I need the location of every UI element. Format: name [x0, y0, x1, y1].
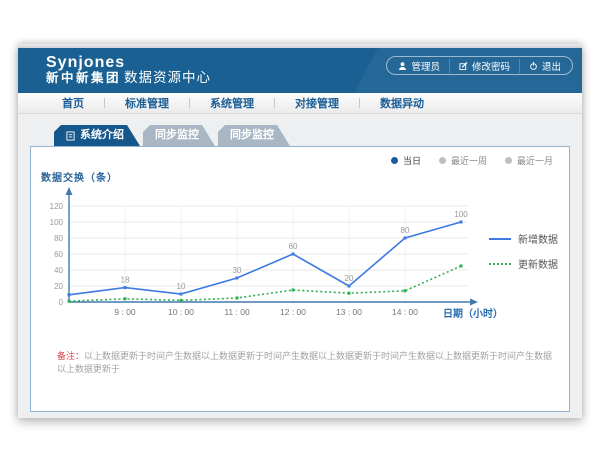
dotted-line-icon [489, 263, 511, 265]
svg-text:80: 80 [401, 226, 410, 235]
radio-last-week-label: 最近一周 [451, 154, 487, 167]
legend-item-update-data: 更新数据 [489, 256, 558, 271]
screen: Synjones 新中新集团 数据资源中心 管理员 修改密码 [0, 0, 600, 450]
y-axis-title: 数据交换（条） [41, 169, 118, 184]
tab-bar: 系统介绍 同步监控 同步监控 [54, 125, 293, 146]
svg-text:20: 20 [345, 274, 354, 283]
svg-text:60: 60 [289, 242, 298, 251]
svg-text:13 : 00: 13 : 00 [336, 307, 362, 317]
edit-icon [459, 61, 468, 71]
tab-sync-monitor-2[interactable]: 同步监控 [218, 125, 290, 146]
svg-text:12 : 00: 12 : 00 [280, 307, 306, 317]
svg-text:10 : 00: 10 : 00 [168, 307, 194, 317]
chart-legend: 新增数据 更新数据 [489, 231, 558, 281]
svg-text:18: 18 [121, 276, 130, 285]
brand-logo-primary: Synjones [46, 54, 125, 72]
svg-text:120: 120 [50, 202, 64, 211]
svg-text:0: 0 [59, 298, 64, 307]
svg-text:11 : 00: 11 : 00 [224, 307, 250, 317]
svg-text:30: 30 [233, 266, 242, 275]
radio-last-month-label: 最近一月 [517, 154, 553, 167]
document-icon [66, 131, 75, 141]
svg-text:10: 10 [177, 282, 186, 291]
radio-last-month[interactable]: 最近一月 [505, 154, 553, 167]
legend-new-data-label: 新增数据 [518, 231, 558, 246]
radio-last-week[interactable]: 最近一周 [439, 154, 487, 167]
app-window: Synjones 新中新集团 数据资源中心 管理员 修改密码 [18, 44, 582, 418]
svg-text:40: 40 [54, 266, 63, 275]
user-menu-admin[interactable]: 管理员 [389, 59, 449, 73]
radio-today[interactable]: 当日 [391, 154, 421, 167]
svg-text:9 : 00: 9 : 00 [114, 307, 136, 317]
svg-text:14 : 00: 14 : 00 [392, 307, 418, 317]
radio-dot-icon [505, 157, 512, 164]
brand-logo-secondary: 新中新集团 [46, 72, 125, 86]
user-menu: 管理员 修改密码 退出 [386, 56, 573, 75]
svg-text:60: 60 [54, 250, 63, 259]
time-range-selector: 当日 最近一周 最近一月 [391, 154, 553, 167]
footnote-text: 以上数据更新于时间产生数据以上数据更新于时间产生数据以上数据更新于时间产生数据以… [57, 351, 552, 374]
tab-sync-monitor-1[interactable]: 同步监控 [143, 125, 215, 146]
svg-text:100: 100 [50, 218, 64, 227]
nav-item-system-mgmt[interactable]: 系统管理 [190, 95, 274, 111]
app-header: Synjones 新中新集团 数据资源中心 管理员 修改密码 [18, 48, 582, 93]
tab-system-intro[interactable]: 系统介绍 [54, 125, 140, 146]
change-password-button[interactable]: 修改密码 [449, 59, 519, 73]
radio-today-label: 当日 [403, 154, 421, 167]
legend-update-data-label: 更新数据 [518, 256, 558, 271]
tab-system-intro-label: 系统介绍 [80, 125, 124, 146]
footnote-prefix: 备注： [57, 351, 84, 361]
solid-line-icon [489, 238, 511, 240]
user-menu-admin-label: 管理员 [411, 59, 440, 73]
svg-text:20: 20 [54, 282, 63, 291]
brand-logo: Synjones 新中新集团 [46, 54, 125, 85]
nav-item-data-change[interactable]: 数据异动 [360, 95, 444, 111]
svg-text:100: 100 [454, 210, 468, 219]
power-icon [529, 61, 538, 71]
main-nav: 首页 标准管理 系统管理 对接管理 数据异动 [18, 93, 582, 114]
footnote: 备注：以上数据更新于时间产生数据以上数据更新于时间产生数据以上数据更新于时间产生… [57, 350, 557, 375]
legend-item-new-data: 新增数据 [489, 231, 558, 246]
radio-dot-icon [439, 157, 446, 164]
chart-panel: 当日 最近一周 最近一月 数据交换（条） 0 20 40 60 80 100 120 9 : … [30, 146, 570, 412]
change-password-label: 修改密码 [472, 59, 510, 73]
logout-button[interactable]: 退出 [519, 59, 570, 73]
logout-label: 退出 [542, 59, 561, 73]
exchange-line-chart: 0 20 40 60 80 100 120 9 : 00 10 : 00 11 : 00 12 : … [39, 183, 509, 333]
x-axis-title: 日期（小时） [443, 305, 503, 320]
user-icon [398, 61, 407, 71]
nav-item-home[interactable]: 首页 [42, 95, 104, 111]
page-title: 数据资源中心 [124, 66, 211, 86]
nav-item-interface-mgmt[interactable]: 对接管理 [275, 95, 359, 111]
svg-text:80: 80 [54, 234, 63, 243]
nav-item-standard-mgmt[interactable]: 标准管理 [105, 95, 189, 111]
radio-dot-icon [391, 157, 398, 164]
